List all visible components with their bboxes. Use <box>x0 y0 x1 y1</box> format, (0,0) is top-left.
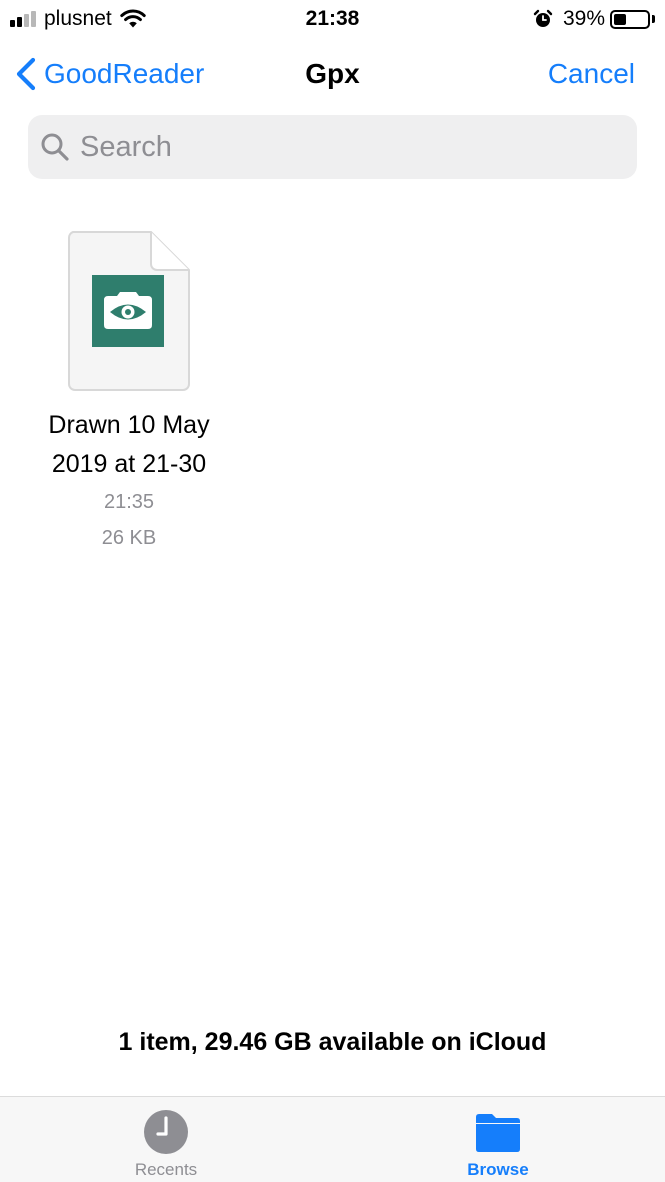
battery-icon <box>610 9 650 29</box>
tab-browse[interactable]: Browse <box>398 1097 598 1182</box>
file-item[interactable]: Drawn 10 May 2019 at 21-30 21:35 26 KB <box>28 230 230 556</box>
clock-icon <box>144 1110 188 1154</box>
cancel-button[interactable]: Cancel <box>548 54 635 94</box>
file-thumbnail <box>67 230 191 392</box>
folder-icon <box>476 1114 520 1152</box>
storage-summary: 1 item, 29.46 GB available on iCloud <box>118 1028 547 1056</box>
alarm-icon <box>533 9 553 27</box>
navigation-bar: GoodReader Gpx Cancel <box>0 44 665 106</box>
search-icon <box>41 133 69 161</box>
battery-level-fill <box>614 13 626 25</box>
files-picker-screen: plusnet 21:38 39% GoodReader Gpx Cancel … <box>0 0 665 1182</box>
file-name: Drawn 10 May 2019 at 21-30 <box>48 411 210 478</box>
tab-browse-label: Browse <box>467 1160 529 1179</box>
search-bar[interactable] <box>28 115 637 179</box>
file-size: 26 KB <box>101 527 157 549</box>
search-input[interactable] <box>80 130 600 164</box>
tab-bar: Recents Browse <box>0 1096 665 1182</box>
battery-percent: 39% <box>562 7 605 30</box>
tab-recents[interactable]: Recents <box>66 1097 266 1182</box>
file-modified-time: 21:35 <box>103 491 155 513</box>
status-right: 39% <box>533 7 655 31</box>
battery-cap <box>652 15 655 23</box>
tab-recents-label: Recents <box>134 1160 198 1179</box>
status-bar: plusnet 21:38 39% <box>0 0 665 40</box>
goodreader-eye-icon <box>92 275 164 347</box>
